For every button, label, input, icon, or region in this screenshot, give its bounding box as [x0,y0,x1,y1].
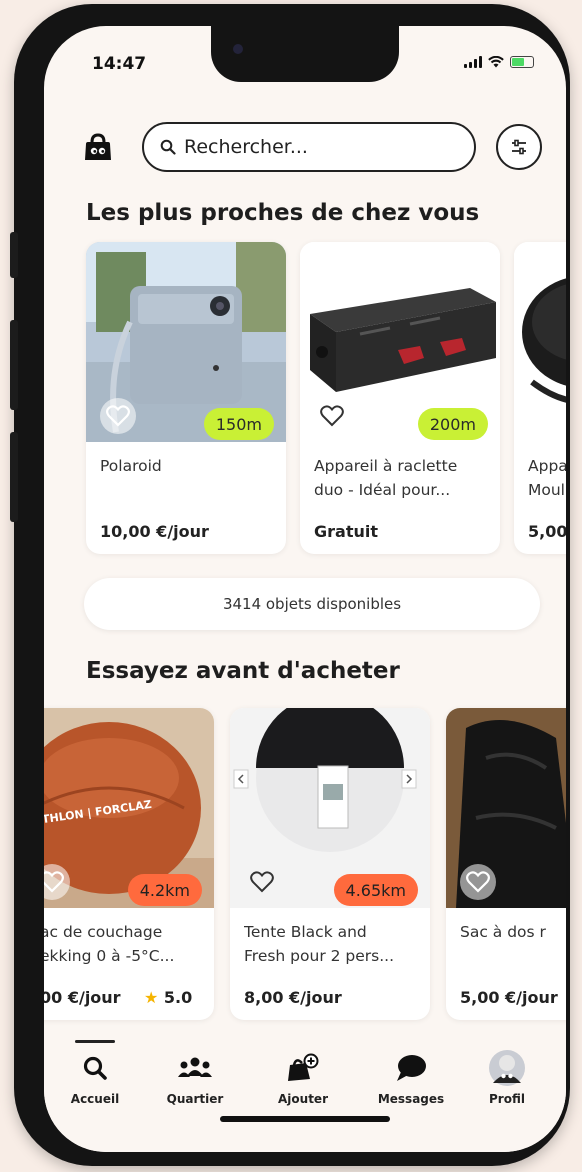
favorite-heart-icon[interactable] [460,864,496,900]
distance-badge: 4.2km [127,874,202,906]
distance-badge: 4.65km [333,874,418,906]
item-card-backpack[interactable]: Sac à dos r 5,00 €/jour [446,708,566,1020]
status-icons [464,56,534,68]
item-price: 8,00 €/jour [244,988,342,1007]
item-card-polaroid[interactable]: 150m Polaroid 10,00 €/jour [86,242,286,554]
favorite-heart-icon[interactable] [528,398,564,434]
item-price: Gratuit [314,522,378,541]
bottom-tab-bar: Accueil Quartier Ajouter Messages Profil [44,1038,566,1152]
search-bar[interactable] [142,122,476,172]
sliders-icon [512,139,526,155]
signal-icon [464,56,482,68]
wifi-icon [488,56,504,68]
search-input[interactable] [184,136,454,158]
side-button [10,232,18,278]
item-price: 5,00 €/jour [460,988,558,1007]
item-title: Appareil à raclette duo - Idéal pour... [314,457,458,499]
status-time: 14:47 [92,54,147,74]
filter-button[interactable] [496,124,542,170]
item-price: 10,00 €/jour [100,522,209,541]
tab-label: Accueil [70,1092,120,1106]
star-icon: ★ [144,988,159,1007]
item-title: Polaroid [100,457,162,475]
notch [211,26,399,82]
favorite-heart-icon[interactable] [100,398,136,434]
item-card-sleeping-bag[interactable]: ATHLON | FORCLAZ 4.2km ac de couchage ek… [44,708,214,1020]
chat-bubble-icon [397,1055,426,1081]
item-card-tent[interactable]: 4.65km Tente Black and Fresh pour 2 pers… [230,708,430,1020]
side-button [10,320,18,410]
distance-badge: 150m [203,408,274,440]
available-items-button[interactable]: 3414 objets disponibles [84,578,540,630]
people-icon [178,1057,212,1077]
bag-add-icon [288,1053,319,1081]
tab-label: Messages [377,1092,445,1106]
tab-label: Quartier [166,1092,224,1106]
item-price: 00 €/jour [44,988,121,1007]
item-rating: ★ 5.0 [144,988,193,1007]
header [44,114,566,184]
item-card-partial[interactable]: Appa Moul 5,00 [514,242,566,554]
favorite-heart-icon[interactable] [314,398,350,434]
tab-quartier[interactable]: Quartier [150,1048,240,1106]
search-icon [160,139,176,155]
screen: 14:47 Rechercher... Les plus proches de … [44,26,566,1152]
tab-label: Profil [489,1092,525,1106]
app-logo-icon[interactable] [82,132,114,164]
home-indicator [220,1116,390,1122]
item-title: Appa Moul [528,457,566,499]
avatar [489,1050,525,1086]
section-title-nearby: Les plus proches de chez vous [86,200,480,226]
tab-messages[interactable]: Messages [366,1048,456,1106]
section-title-try-before-buy: Essayez avant d'acheter [86,658,400,684]
favorite-heart-icon[interactable] [244,864,280,900]
tab-accueil[interactable]: Accueil [50,1040,140,1106]
distance-badge: 200m [417,408,488,440]
search-icon [83,1056,107,1080]
item-price: 5,00 [528,522,566,541]
item-card-raclette[interactable]: 200m Appareil à raclette duo - Idéal pou… [300,242,500,554]
side-button [10,432,18,522]
tab-profil[interactable]: Profil [462,1048,552,1106]
item-title: ac de couchage ekking 0 à -5°C... [44,923,175,965]
item-title: Sac à dos r [460,923,546,941]
battery-icon [510,56,534,68]
tab-label: Ajouter [278,1092,328,1106]
item-title: Tente Black and Fresh pour 2 pers... [244,923,395,965]
tab-ajouter[interactable]: Ajouter [258,1048,348,1106]
